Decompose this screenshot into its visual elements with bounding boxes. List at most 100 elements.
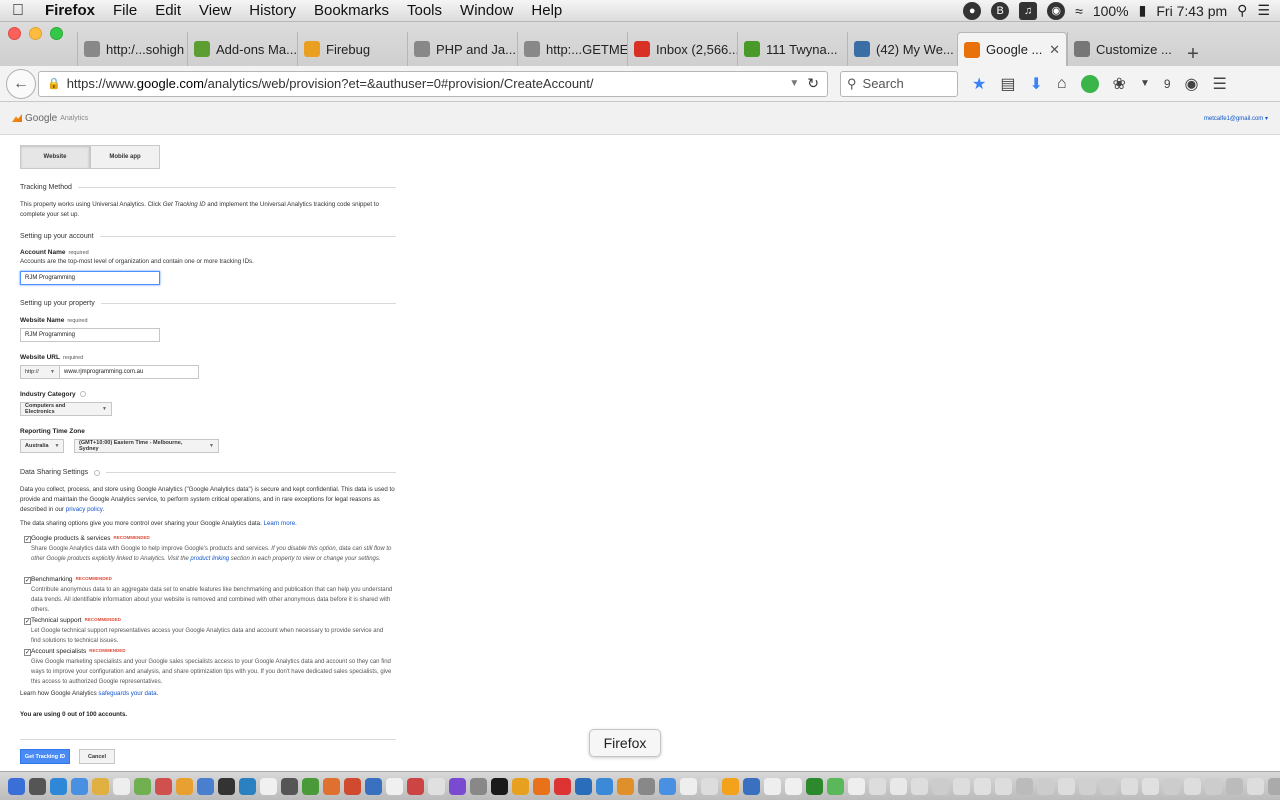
wifi-icon[interactable]: ≈: [1075, 3, 1083, 19]
audio-icon[interactable]: ♫: [1019, 1, 1038, 20]
dock-app-icon[interactable]: [575, 777, 592, 795]
website-name-input[interactable]: RJM Programming: [20, 328, 160, 342]
dock-app-icon[interactable]: [470, 777, 487, 795]
benchmarking-checkbox[interactable]: ✓: [24, 577, 31, 584]
record-icon[interactable]: ◉: [1047, 1, 1066, 20]
url-protocol-select[interactable]: http://▼: [20, 365, 60, 379]
dock-app-icon[interactable]: [806, 777, 823, 795]
dock-app-icon[interactable]: [449, 777, 466, 795]
menu-bookmarks[interactable]: Bookmarks: [305, 2, 398, 19]
country-select[interactable]: Australia ▼: [20, 439, 64, 453]
search-input[interactable]: ⚲ Search: [840, 70, 958, 97]
dock-app-icon[interactable]: [113, 777, 130, 795]
dock-app-icon[interactable]: [1058, 777, 1075, 795]
close-tab-icon[interactable]: ✕: [1049, 42, 1060, 58]
chat-icon[interactable]: ◉: [1185, 74, 1199, 94]
cancel-button[interactable]: Cancel: [79, 749, 115, 764]
browser-tab[interactable]: 111 Twyna...: [737, 32, 847, 66]
timezone-select[interactable]: (GMT+10:00) Eastern Time - Melbourne, Sy…: [74, 439, 219, 453]
account-specialists-checkbox[interactable]: ✓: [24, 649, 31, 656]
dock-app-icon[interactable]: [134, 777, 151, 795]
dock-app-icon[interactable]: [197, 777, 214, 795]
new-tab-button[interactable]: +: [1177, 43, 1209, 66]
notification-center-icon[interactable]: ☰: [1257, 2, 1270, 19]
dock-app-icon[interactable]: [344, 777, 361, 795]
url-dropdown-icon[interactable]: ▼: [789, 78, 807, 89]
dock-app-icon[interactable]: [995, 777, 1012, 795]
bookmark-star-icon[interactable]: ★: [972, 74, 986, 94]
dock-app-icon[interactable]: [785, 777, 802, 795]
get-tracking-id-button[interactable]: Get Tracking ID: [20, 749, 70, 764]
dock-app-icon[interactable]: [1142, 777, 1159, 795]
browser-tab[interactable]: PHP and Ja...: [407, 32, 517, 66]
minimize-window-button[interactable]: [29, 26, 42, 40]
dock-app-icon[interactable]: [911, 777, 928, 795]
safeguards-link[interactable]: safeguards your data: [98, 690, 156, 697]
dock-app-icon[interactable]: [764, 777, 781, 795]
dock-app-icon[interactable]: [974, 777, 991, 795]
dock-app-icon[interactable]: [701, 777, 718, 795]
browser-tab[interactable]: http:/...sohigh: [77, 32, 187, 66]
browser-tab[interactable]: http:...GETME: [517, 32, 627, 66]
dock-app-icon[interactable]: [1205, 777, 1222, 795]
dock-app-icon[interactable]: [722, 777, 739, 795]
dock-app-icon[interactable]: [680, 777, 697, 795]
website-option-button[interactable]: Website: [20, 145, 90, 169]
dock-app-icon[interactable]: [176, 777, 193, 795]
hamburger-menu-icon[interactable]: ☰: [1213, 74, 1227, 94]
downloads-icon[interactable]: ⬇: [1029, 74, 1042, 94]
dock-app-icon[interactable]: [1247, 777, 1264, 795]
menu-history[interactable]: History: [240, 2, 305, 19]
account-email-menu[interactable]: metcalfe1@gmail.com ▾: [1204, 115, 1268, 122]
addon-green-icon[interactable]: [1080, 74, 1099, 93]
dock-app-icon[interactable]: [1079, 777, 1096, 795]
dock-app-icon[interactable]: [8, 777, 25, 795]
browser-tab[interactable]: Add-ons Ma...: [187, 32, 297, 66]
dock-app-icon[interactable]: [386, 777, 403, 795]
dock-app-icon[interactable]: [932, 777, 949, 795]
dock-app-icon[interactable]: [29, 777, 46, 795]
menu-file[interactable]: File: [104, 2, 146, 19]
browser-tab[interactable]: (42) My We...: [847, 32, 957, 66]
dock-app-icon[interactable]: [1037, 777, 1054, 795]
dock-app-icon[interactable]: [491, 777, 508, 795]
mobile-app-option-button[interactable]: Mobile app: [90, 145, 160, 169]
menu-edit[interactable]: Edit: [146, 2, 190, 19]
menu-help[interactable]: Help: [522, 2, 571, 19]
dock-app-icon[interactable]: [428, 777, 445, 795]
dock-app-icon[interactable]: [1100, 777, 1117, 795]
dock-app-icon[interactable]: [869, 777, 886, 795]
close-window-button[interactable]: [8, 26, 21, 40]
dock-app-icon[interactable]: [953, 777, 970, 795]
dock-app-icon[interactable]: [512, 777, 529, 795]
dock-app-icon[interactable]: [596, 777, 613, 795]
dock-app-icon[interactable]: [218, 777, 235, 795]
lock-icon[interactable]: 🔒: [47, 77, 61, 90]
url-bar[interactable]: 🔒 https://www. google.com/analytics/web/p…: [38, 70, 828, 97]
back-button[interactable]: ←: [6, 68, 36, 99]
bold-b-icon[interactable]: B: [991, 1, 1010, 20]
menu-view[interactable]: View: [190, 2, 240, 19]
dock-app-icon[interactable]: [323, 777, 340, 795]
analytics-logo[interactable]: Google Analytics: [12, 113, 88, 124]
account-name-input[interactable]: RJM Programming: [20, 271, 160, 285]
dock-app-icon[interactable]: [407, 777, 424, 795]
browser-tab[interactable]: Google ... ✕: [957, 32, 1067, 66]
technical-support-checkbox[interactable]: ✓: [24, 618, 31, 625]
product-linking-link[interactable]: product linking: [190, 556, 229, 562]
dock-app-icon[interactable]: [554, 777, 571, 795]
dock-app-icon[interactable]: [890, 777, 907, 795]
dock-app-icon[interactable]: [827, 777, 844, 795]
dock-app-icon[interactable]: [302, 777, 319, 795]
zoom-window-button[interactable]: [50, 26, 63, 40]
apple-icon[interactable]: : [0, 2, 36, 20]
industry-category-select[interactable]: Computers and Electronics ▼: [20, 402, 112, 416]
browser-tab[interactable]: Firebug: [297, 32, 407, 66]
website-url-input[interactable]: www.rjmprogramming.com.au: [59, 365, 199, 379]
dock-app-icon[interactable]: [743, 777, 760, 795]
dock-app-icon[interactable]: [1226, 777, 1243, 795]
menu-tools[interactable]: Tools: [398, 2, 451, 19]
home-icon[interactable]: ⌂: [1057, 75, 1067, 93]
dock-app-icon[interactable]: [92, 777, 109, 795]
dock-app-icon[interactable]: [365, 777, 382, 795]
